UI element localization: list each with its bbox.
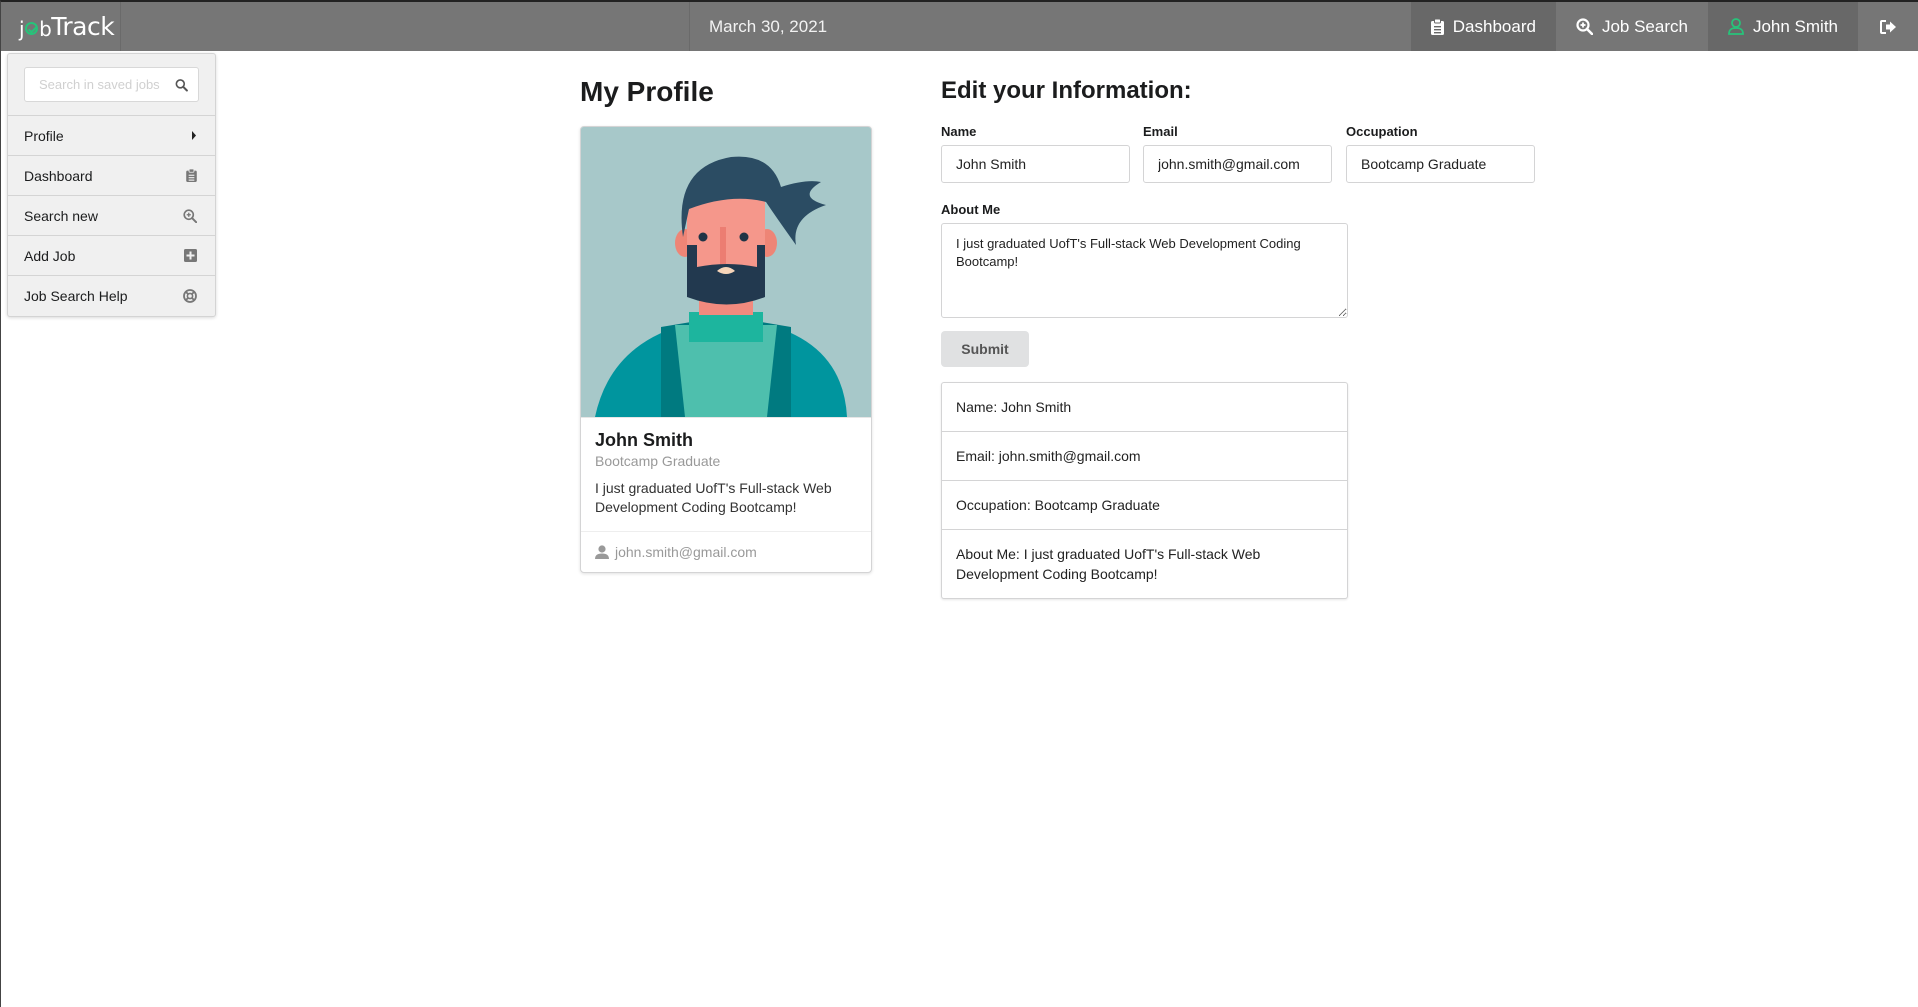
info-item-occupation: Occupation: Bootcamp Graduate — [942, 481, 1347, 530]
email-label: Email — [1143, 124, 1178, 139]
sign-out-icon — [1880, 19, 1896, 34]
profile-email: john.smith@gmail.com — [615, 544, 757, 560]
info-item-name: Name: John Smith — [942, 383, 1347, 432]
sidebar-item-search-new[interactable]: Search new — [8, 196, 215, 236]
profile-about: I just graduated UofT's Full-stack Web D… — [595, 480, 832, 515]
saved-jobs-search-input[interactable] — [39, 77, 176, 92]
profile-occupation: Bootcamp Graduate — [595, 453, 721, 469]
name-field: Name — [941, 124, 1130, 183]
sidebar-item-profile[interactable]: Profile — [8, 116, 215, 156]
plus-square-icon — [184, 249, 197, 262]
occupation-field: Occupation — [1346, 124, 1535, 183]
about-field: About Me I just graduated UofT's Full-st… — [941, 202, 1348, 323]
app-logo[interactable]: j b Track — [1, 2, 121, 51]
logo-letter-b: b — [39, 16, 52, 41]
nav-job-search[interactable]: Job Search — [1556, 2, 1708, 51]
caret-right-icon — [191, 131, 197, 140]
name-label: Name — [941, 124, 977, 139]
profile-card-content: John Smith Bootcamp Graduate I just grad… — [581, 417, 871, 531]
top-nav-bar: j b Track March 30, 2021 Dashboard Job S… — [1, 2, 1918, 51]
profile-info-list: Name: John Smith Email: john.smith@gmail… — [941, 382, 1348, 599]
nav-dashboard[interactable]: Dashboard — [1410, 2, 1556, 51]
sidebar-item-dashboard[interactable]: Dashboard — [8, 156, 215, 196]
about-textarea[interactable]: I just graduated UofT's Full-stack Web D… — [941, 223, 1348, 318]
zoom-in-icon — [183, 208, 197, 223]
nav-dashboard-label: Dashboard — [1452, 16, 1536, 36]
nav-user-profile[interactable]: John Smith — [1707, 2, 1858, 51]
clipboard-icon — [186, 169, 197, 182]
logo-prefix: j b — [19, 16, 52, 41]
search-icon[interactable] — [175, 78, 188, 92]
avatar-illustration — [581, 127, 871, 417]
email-field: Email — [1143, 124, 1332, 183]
user-icon — [595, 545, 609, 559]
logo-letter-j: j — [19, 16, 25, 41]
search-box[interactable] — [24, 67, 199, 102]
zoom-in-icon — [1576, 18, 1593, 35]
name-input[interactable] — [941, 145, 1130, 183]
submit-button[interactable]: Submit — [941, 331, 1029, 367]
profile-name: John Smith — [595, 430, 693, 450]
nav-spacer — [121, 2, 690, 51]
current-date: March 30, 2021 — [709, 16, 828, 36]
sidebar-item-label: Add Job — [24, 247, 76, 264]
profile-card: John Smith Bootcamp Graduate I just grad… — [580, 126, 872, 573]
nav-user-label: John Smith — [1752, 16, 1838, 36]
sidebar-item-job-search-help[interactable]: Job Search Help — [8, 276, 215, 316]
check-circle-icon — [25, 22, 39, 35]
nav-job-search-label: Job Search — [1601, 16, 1688, 36]
saved-jobs-search — [8, 54, 215, 116]
edit-form-title: Edit your Information: — [941, 77, 1192, 104]
sidebar-menu: Profile Dashboard Search new Add Job Job… — [7, 53, 216, 317]
sidebar-item-add-job[interactable]: Add Job — [8, 236, 215, 276]
clipboard-icon — [1430, 18, 1444, 35]
page-title: My Profile — [580, 76, 714, 107]
sidebar-item-label: Profile — [24, 127, 64, 144]
info-item-email: Email: john.smith@gmail.com — [942, 432, 1347, 481]
sidebar-item-label: Dashboard — [24, 167, 93, 184]
info-item-about: About Me: I just graduated UofT's Full-s… — [956, 546, 1261, 582]
about-label: About Me — [941, 202, 1001, 217]
life-ring-icon — [183, 289, 197, 303]
profile-email-row: john.smith@gmail.com — [581, 531, 871, 572]
occupation-input[interactable] — [1346, 145, 1535, 183]
occupation-label: Occupation — [1346, 124, 1418, 139]
logo-text: Track — [51, 12, 115, 41]
email-input[interactable] — [1143, 145, 1332, 183]
sidebar-item-label: Search new — [24, 207, 98, 224]
sidebar-item-label: Job Search Help — [24, 288, 128, 304]
user-icon — [1728, 18, 1744, 35]
logout-button[interactable] — [1858, 2, 1918, 51]
